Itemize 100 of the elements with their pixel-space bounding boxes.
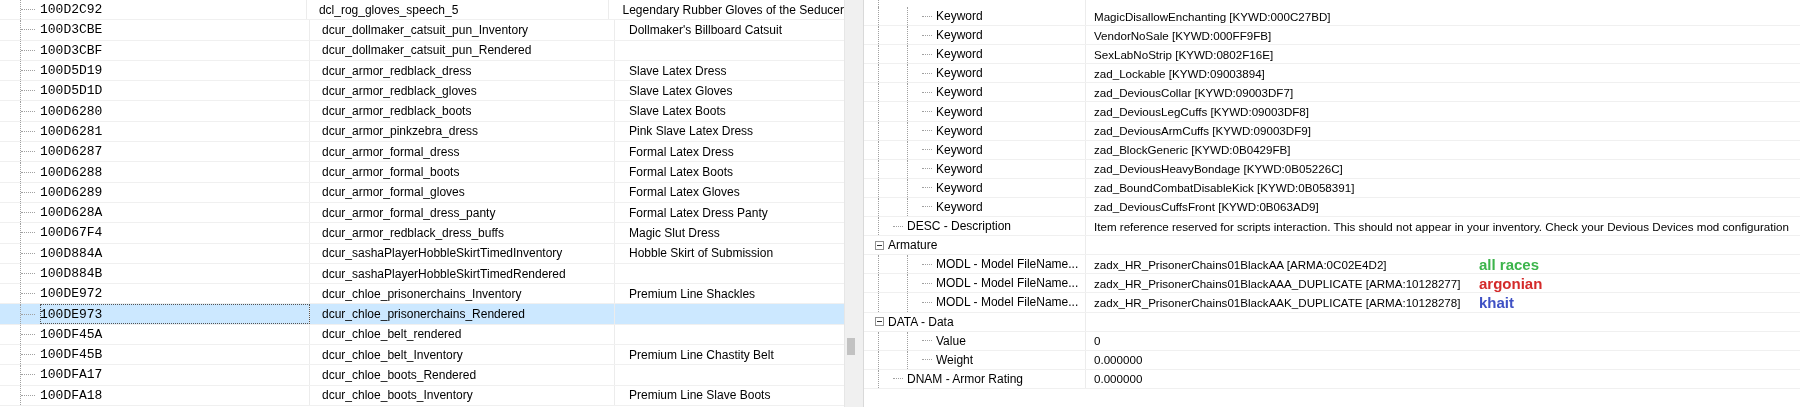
record-name: Formal Latex Boots <box>629 165 734 179</box>
field-label: Keyword <box>936 200 983 214</box>
editor-id: dcur_armor_redblack_gloves <box>322 83 477 98</box>
record-name: Slave Latex Boots <box>629 104 726 119</box>
record-name: Magic Slut Dress <box>629 225 720 240</box>
record-row[interactable]: 100D884A dcur_sashaPlayerHobbleSkirtTimedInventory Hobble Skirt of Submission <box>0 243 844 264</box>
record-row[interactable]: 100DFA18 dcur_chloe_boots_Inventory Premium Line Slave Boots <box>0 385 844 406</box>
field-value: 0.000000 <box>1094 353 1143 367</box>
editor-id: dcur_armor_redblack_dress <box>322 63 472 78</box>
form-id: 100D3CBF <box>40 42 103 58</box>
record-row[interactable]: 100DF45A dcur_chloe_belt_rendered <box>0 324 844 346</box>
form-id: 100D6287 <box>40 144 103 160</box>
field-value: zad_DeviousArmCuffs [KYWD:09003DF9] <box>1094 124 1311 138</box>
record-name: Pink Slave Latex Dress <box>629 124 754 139</box>
editor-id: dcur_armor_formal_gloves <box>322 185 465 200</box>
editor-id: dcur_armor_pinkzebra_dress <box>322 124 479 139</box>
editor-id: dcur_chloe_belt_Inventory <box>322 347 463 362</box>
form-id: 100D5D19 <box>40 63 103 79</box>
field-value: zadx_HR_PrisonerChains01BlackAAA_DUPLICATE [ARMA:10128277] <box>1094 276 1462 290</box>
record-row[interactable]: 100D628A dcur_armor_formal_dress_panty Formal Latex Dress Panty <box>0 202 844 224</box>
splitter[interactable] <box>857 0 864 407</box>
editor-id: dcur_sashaPlayerHobbleSkirtTimedInventory <box>322 246 563 261</box>
editor-id: dcur_armor_redblack_dress_buffs <box>322 225 504 240</box>
field-label: DATA - Data <box>888 314 954 329</box>
field-label: DNAM - Armor Rating <box>907 371 1024 386</box>
form-id: 100D6281 <box>40 123 103 139</box>
scrollbar[interactable] <box>844 0 857 407</box>
record-name: Premium Line Slave Boots <box>629 388 771 403</box>
field-value: 0.000000 <box>1094 372 1143 386</box>
field-label: Armature <box>888 238 938 253</box>
editor-id: dcur_armor_formal_boots <box>322 165 460 179</box>
field-label: Keyword <box>936 161 983 176</box>
collapse-icon[interactable] <box>875 240 884 250</box>
field-value: zad_Lockable [KYWD:09003894] <box>1094 66 1265 80</box>
record-name: Dollmaker's Billboard Catsuit <box>629 22 782 37</box>
field-value: MagicDisallowEnchanting [KYWD:000C27BD] <box>1094 9 1331 23</box>
record-name: Formal Latex Dress Panty <box>629 205 768 220</box>
collapse-icon[interactable] <box>875 317 884 327</box>
annotation-text: argonian <box>1479 274 1543 292</box>
editor-id: dcur_armor_redblack_boots <box>322 104 472 119</box>
editor-id: dcur_dollmaker_catsuit_pun_Inventory <box>322 22 529 37</box>
annotation-text: all races <box>1479 255 1540 273</box>
record-name: Slave Latex Gloves <box>629 83 733 98</box>
field-value: zadx_HR_PrisonerChains01BlackAAK_DUPLICATE [ARMA:10128278] <box>1094 295 1462 309</box>
field-value: zad_DeviousLegCuffs [KYWD:09003DF8] <box>1094 105 1310 118</box>
record-row[interactable]: 100D6280 dcur_armor_redblack_boots Slave Latex Boots <box>0 101 844 122</box>
form-id: 100D6288 <box>40 164 103 180</box>
form-id: 100D2C92 <box>40 2 103 18</box>
field-label: Keyword <box>936 9 983 24</box>
field-value: SexLabNoStrip [KYWD:0802F16E] <box>1094 47 1274 61</box>
field-value: zad_DeviousHeavyBondage [KYWD:0B05226C] <box>1094 162 1343 176</box>
record-row[interactable]: 100D884B dcur_sashaPlayerHobbleSkirtTimedRendered <box>0 263 844 285</box>
record-row[interactable]: 100D6281 dcur_armor_pinkzebra_dress Pink Slave Latex Dress <box>0 121 844 143</box>
record-row[interactable]: 100D6287 dcur_armor_formal_dress Formal Latex Dress <box>0 142 844 163</box>
field-value: 0 <box>1094 334 1101 348</box>
field-label: Keyword <box>936 142 983 157</box>
record-name: Formal Latex Gloves <box>629 185 740 200</box>
record-name: Slave Latex Dress <box>629 63 727 78</box>
editor-id: dcur_chloe_belt_rendered <box>322 327 462 342</box>
form-id: 100DE972 <box>40 286 103 302</box>
record-name: Premium Line Shackles <box>629 286 756 301</box>
form-id: 100D6289 <box>40 184 103 200</box>
record-row[interactable]: 100D2C92 dcl_rog_gloves_speech_5 Legendary Rubber Gloves of the Seducer <box>0 0 844 21</box>
field-label: Keyword <box>936 47 983 62</box>
form-id: 100D884A <box>40 245 103 261</box>
record-name: Hobble Skirt of Submission <box>629 246 774 261</box>
field-label: Keyword <box>936 28 983 43</box>
form-id: 100D628A <box>40 205 103 221</box>
field-value: VendorNoSale [KYWD:000FF9FB] <box>1094 28 1272 42</box>
form-id: 100DF45B <box>40 347 103 363</box>
record-row[interactable]: 100D3CBE dcur_dollmaker_catsuit_pun_Inventory Dollmaker's Billboard Catsuit <box>0 20 844 41</box>
scrollbar-thumb[interactable] <box>847 338 855 355</box>
editor-id: dcur_sashaPlayerHobbleSkirtTimedRendered <box>322 266 566 281</box>
editor-id: dcur_chloe_prisonerchains_Rendered <box>322 307 525 322</box>
form-id: 100D3CBE <box>40 22 103 38</box>
record-row[interactable]: 100DF45B dcur_chloe_belt_Inventory Premium Line Chastity Belt <box>0 345 844 366</box>
editor-id: dcur_dollmaker_catsuit_pun_Rendered <box>322 43 532 58</box>
form-id: 100D5D1D <box>40 83 103 99</box>
field-label: MODL - Model FileName... <box>936 295 1079 310</box>
form-id: 100DF45A <box>40 326 103 342</box>
field-value: zad_BlockGeneric [KYWD:0B0429FB] <box>1094 143 1291 157</box>
field-label: DESC - Description <box>907 219 1012 234</box>
record-name: Premium Line Chastity Belt <box>629 347 774 362</box>
record-name: Legendary Rubber Gloves of the Seducer <box>622 2 844 17</box>
record-row[interactable]: 100DE973 dcur_chloe_prisonerchains_Rendered <box>0 304 844 325</box>
field-label: Keyword <box>936 123 983 138</box>
field-value: zad_DeviousCuffsFront [KYWD:0B063AD9] <box>1094 200 1319 214</box>
record-row[interactable]: 100D3CBF dcur_dollmaker_catsuit_pun_Rendered <box>0 40 844 61</box>
record-row[interactable]: 100D67F4 dcur_armor_redblack_dress_buffs Magic Slut Dress <box>0 223 844 244</box>
form-id: 100D884B <box>40 266 103 281</box>
form-id: 100DE973 <box>40 306 103 322</box>
record-row[interactable]: 100D5D19 dcur_armor_redblack_dress Slave Latex Dress <box>0 60 844 82</box>
record-row[interactable]: 100D6288 dcur_armor_formal_boots Formal Latex Boots <box>0 162 844 183</box>
record-row[interactable]: 100DFA17 dcur_chloe_boots_Rendered <box>0 365 844 386</box>
editor-id: dcur_chloe_boots_Inventory <box>322 388 473 403</box>
field-label: Keyword <box>936 66 983 81</box>
field-value: zad_DeviousCollar [KYWD:09003DF7] <box>1094 85 1294 99</box>
record-row[interactable]: 100D5D1D dcur_armor_redblack_gloves Slave Latex Gloves <box>0 81 844 102</box>
record-row[interactable]: 100D6289 dcur_armor_formal_gloves Formal Latex Gloves <box>0 182 844 203</box>
field-label: Keyword <box>936 85 983 100</box>
